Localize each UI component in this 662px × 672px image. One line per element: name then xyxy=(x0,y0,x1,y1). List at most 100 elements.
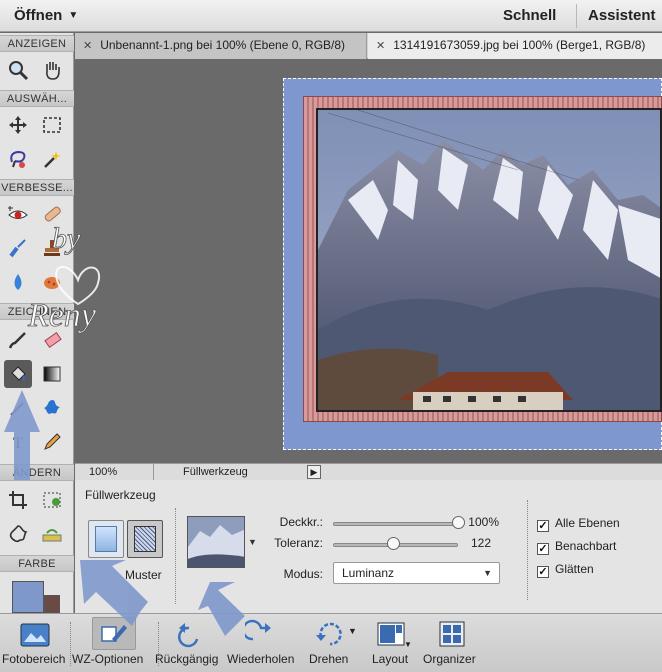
mode-select[interactable]: Luminanz ▼ xyxy=(333,562,500,584)
cookie-cutter-icon[interactable] xyxy=(4,520,32,548)
checkbox-icon[interactable]: ✓ xyxy=(537,520,549,532)
opacity-slider-track[interactable] xyxy=(333,522,458,526)
button-label: Wiederholen xyxy=(227,652,295,666)
section-zeichnen: ZEICHNEN xyxy=(0,303,74,320)
blur-tool-icon[interactable] xyxy=(4,268,32,296)
section-verbessern: VERBESSE... xyxy=(0,179,74,196)
eraser-tool-icon[interactable] xyxy=(38,326,66,354)
redo-icon xyxy=(245,619,271,641)
custom-shape-icon[interactable] xyxy=(38,394,66,422)
gradient-tool-icon[interactable] xyxy=(38,360,66,388)
paint-bucket-tool-icon[interactable] xyxy=(4,360,32,388)
chevron-down-icon: ▼ xyxy=(68,10,79,21)
brush-tool-icon[interactable] xyxy=(4,326,32,354)
hand-tool-icon[interactable] xyxy=(38,56,66,84)
red-eye-tool-icon[interactable] xyxy=(4,200,32,228)
mode-assistent[interactable]: Assistent xyxy=(588,7,656,24)
organizer-button[interactable]: Organizer xyxy=(420,614,484,672)
sponge-tool-icon[interactable] xyxy=(38,268,66,296)
checkbox-label: Glätten xyxy=(555,562,594,576)
smart-brush-icon[interactable] xyxy=(4,234,32,262)
section-aendern: ÄNDERN xyxy=(0,464,74,481)
fotobereich-button[interactable]: Fotobereich xyxy=(0,614,70,672)
mode-schnell[interactable]: Schnell xyxy=(503,7,556,24)
color-picker-icon[interactable] xyxy=(4,394,32,422)
checkbox-label: Benachbart xyxy=(555,539,617,553)
options-title: Füllwerkzeug xyxy=(85,488,156,502)
mountain-photo xyxy=(316,108,662,412)
layout-button[interactable]: ▼ Layout xyxy=(364,614,420,672)
straighten-tool-icon[interactable] xyxy=(38,520,66,548)
undo-icon xyxy=(177,623,199,648)
tab-label: 1314191673059.jpg bei 100% (Berge1, RGB/… xyxy=(393,38,646,52)
magic-wand-tool-icon[interactable] xyxy=(38,145,66,173)
button-label: Drehen xyxy=(309,652,349,666)
pattern-dropdown-icon[interactable]: ▼ xyxy=(248,537,257,547)
clone-stamp-icon[interactable] xyxy=(38,234,66,262)
checkbox-icon[interactable]: ✓ xyxy=(537,566,549,578)
zoom-tool-icon[interactable] xyxy=(4,56,32,84)
tab-label: Unbenannt-1.png bei 100% (Ebene 0, RGB/8… xyxy=(100,38,346,52)
checkbox-glaetten[interactable]: ✓ Glätten xyxy=(537,562,594,578)
mode-label: Modus: xyxy=(283,567,323,581)
redo-button[interactable]: Wiederholen xyxy=(227,614,299,672)
pattern-thumbnail[interactable] xyxy=(187,516,245,568)
status-bar: 100% Füllwerkzeug ▶ xyxy=(75,463,662,480)
tolerance-value[interactable]: 122 xyxy=(459,536,491,550)
tab-berge[interactable]: ✕ 1314191673059.jpg bei 100% (Berge1, RGB… xyxy=(368,33,662,59)
move-tool-icon[interactable] xyxy=(4,111,32,139)
status-divider xyxy=(153,464,154,480)
drehen-button[interactable]: ▼ Drehen xyxy=(300,614,360,672)
svg-text:T: T xyxy=(13,435,23,452)
opacity-label: Deckkr.: xyxy=(279,515,323,529)
rotate-icon xyxy=(316,622,342,646)
zoom-level[interactable]: 100% xyxy=(89,466,117,478)
top-bar: Öffnen ▼ Schnell Assistent xyxy=(0,0,662,32)
section-farbe: FARBE xyxy=(0,555,74,572)
healing-brush-icon[interactable] xyxy=(38,200,66,228)
fill-pattern-button[interactable] xyxy=(127,520,163,558)
section-anzeigen: ANZEIGEN xyxy=(0,35,74,52)
close-icon[interactable]: ✕ xyxy=(376,40,385,52)
background-color-swatch[interactable] xyxy=(44,595,60,613)
button-label: Rückgängig xyxy=(155,652,219,666)
button-label: Organizer xyxy=(423,652,476,666)
foreground-color-swatch[interactable] xyxy=(12,581,44,613)
play-arrow-icon[interactable]: ▶ xyxy=(307,465,321,479)
crop-tool-icon[interactable] xyxy=(4,486,32,514)
checkbox-alle-ebenen[interactable]: ✓ Alle Ebenen xyxy=(537,516,620,532)
tool-options-icon xyxy=(101,625,127,642)
checkbox-benachbart[interactable]: ✓ Benachbart xyxy=(537,539,616,555)
options-divider xyxy=(175,508,176,604)
open-button[interactable]: Öffnen ▼ xyxy=(14,7,78,24)
section-auswahl: AUSWÄH... xyxy=(0,90,74,107)
document-tabs: ✕ Unbenannt-1.png bei 100% (Ebene 0, RGB/… xyxy=(75,33,662,59)
bottom-divider xyxy=(70,622,71,666)
status-tool-name: Füllwerkzeug xyxy=(183,466,248,478)
tolerance-label: Toleranz: xyxy=(274,536,323,550)
fill-paint-button[interactable] xyxy=(88,520,124,558)
pencil-tool-icon[interactable] xyxy=(38,428,66,456)
undo-button[interactable]: Rückgängig xyxy=(155,614,227,672)
marquee-tool-icon[interactable] xyxy=(38,111,66,139)
button-label: Layout xyxy=(372,652,409,666)
wz-optionen-button[interactable]: WZ-Optionen xyxy=(72,614,152,672)
button-label: Fotobereich xyxy=(2,652,66,666)
chevron-down-icon[interactable]: ▼ xyxy=(348,626,357,636)
close-icon[interactable]: ✕ xyxy=(83,40,92,52)
chevron-down-icon[interactable]: ▼ xyxy=(404,640,412,649)
opacity-value[interactable]: 100% xyxy=(459,515,499,529)
tab-unbenannt[interactable]: ✕ Unbenannt-1.png bei 100% (Ebene 0, RGB/… xyxy=(75,33,367,59)
mode-select-value: Luminanz xyxy=(342,566,395,580)
mode-divider xyxy=(576,4,577,28)
tolerance-slider-knob[interactable] xyxy=(386,537,400,550)
chevron-down-icon: ▼ xyxy=(483,568,492,578)
recompose-tool-icon[interactable] xyxy=(38,486,66,514)
pattern-fill-icon xyxy=(134,526,156,552)
checkbox-icon[interactable]: ✓ xyxy=(537,543,549,555)
button-label: WZ-Optionen xyxy=(72,652,144,666)
toolbox: ANZEIGEN AUSWÄH... VERBESSE... ZEICHNEN … xyxy=(0,33,74,613)
lasso-tool-icon[interactable] xyxy=(4,145,32,173)
text-tool-icon[interactable]: T xyxy=(4,428,32,456)
bottom-bar: Fotobereich WZ-Optionen Rückgängig Wiede… xyxy=(0,613,662,672)
